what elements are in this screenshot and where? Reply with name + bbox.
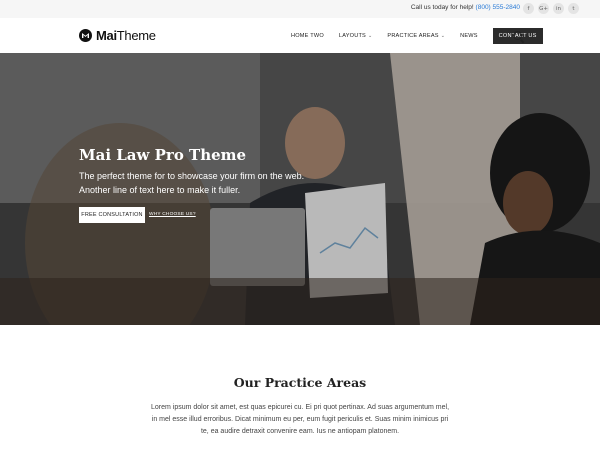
site-logo[interactable]: MaiTheme xyxy=(79,28,156,43)
nav-item-layouts[interactable]: LAYOUTS ⌄ xyxy=(339,33,373,39)
hero-banner: Mai Law Pro Theme The perfect theme for … xyxy=(0,53,600,325)
why-choose-us-link[interactable]: WHY CHOOSE US? xyxy=(149,212,196,217)
practice-areas-text: Lorem ipsum dolor sit amet, est quas epi… xyxy=(150,404,450,435)
hero-title: Mai Law Pro Theme xyxy=(79,146,247,164)
logo-mark-icon xyxy=(79,29,92,42)
chevron-down-icon: ⌄ xyxy=(440,32,446,39)
nav-item-practice-areas[interactable]: PRACTICE AREAS ⌄ xyxy=(387,33,445,39)
nav-label: PRACTICE AREAS xyxy=(387,32,439,39)
practice-areas-heading: Our Practice Areas xyxy=(233,375,367,390)
search-icon[interactable] xyxy=(513,31,522,40)
twitter-icon[interactable]: t xyxy=(568,3,579,14)
logo-text: MaiTheme xyxy=(96,28,156,43)
nav-label: HOME TWO xyxy=(291,32,324,39)
google-plus-icon[interactable]: G+ xyxy=(538,3,549,14)
hero-subtitle-line2: Another line of text here to make it ful… xyxy=(79,185,241,195)
help-text: Call us today for help! (800) 555-2840 xyxy=(411,4,520,11)
nav-item-news[interactable]: NEWS xyxy=(460,33,478,39)
logo-light: Theme xyxy=(116,28,156,43)
nav-item-home-two[interactable]: HOME TWO xyxy=(291,33,324,39)
social-links: f G+ in t xyxy=(523,3,579,14)
linkedin-icon[interactable]: in xyxy=(553,3,564,14)
nav-label: NEWS xyxy=(460,32,478,39)
facebook-icon[interactable]: f xyxy=(523,3,534,14)
main-nav: HOME TWO LAYOUTS ⌄ PRACTICE AREAS ⌄ NEWS C… xyxy=(291,27,543,44)
free-consultation-button[interactable]: FREE CONSULTATION xyxy=(79,207,145,223)
logo-bold: Mai xyxy=(96,28,117,43)
hero-subtitle-line1: The perfect theme for to showcase your f… xyxy=(79,171,305,181)
phone-link[interactable]: (800) 555-2840 xyxy=(476,4,520,11)
help-label: Call us today for help! xyxy=(410,4,474,11)
top-bar: Call us today for help! (800) 555-2840 f… xyxy=(0,0,600,18)
site-header: MaiTheme HOME TWO LAYOUTS ⌄ PRACTICE AREA… xyxy=(0,18,600,53)
nav-label: LAYOUTS xyxy=(338,32,366,39)
hero-subtitle: The perfect theme for to showcase your f… xyxy=(79,169,319,197)
chevron-down-icon: ⌄ xyxy=(368,32,373,39)
